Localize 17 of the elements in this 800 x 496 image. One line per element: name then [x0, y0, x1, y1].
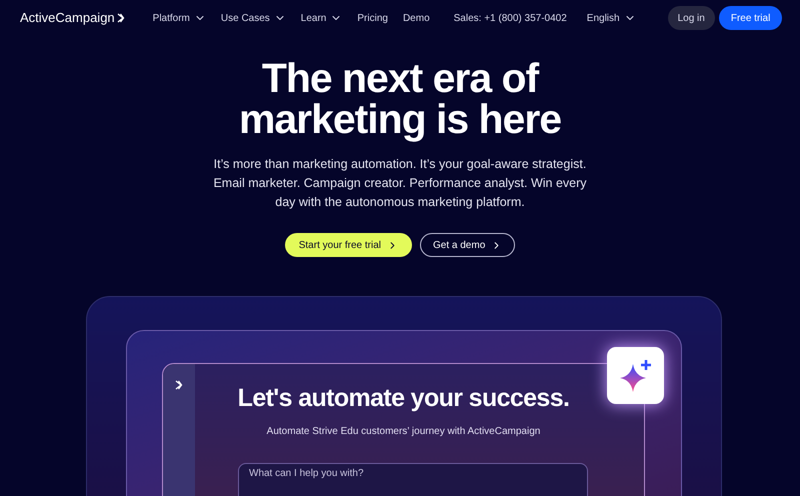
demo-button[interactable]: Get a demo [420, 233, 516, 257]
nav-link[interactable]: Learn [300, 10, 342, 26]
nav-link[interactable]: Pricing [357, 10, 388, 26]
free-trial-button[interactable]: Free trial [718, 6, 782, 30]
start-trial-button[interactable]: Start your free trial [284, 233, 412, 257]
login-button[interactable]: Log in [668, 6, 715, 30]
nav-link[interactable]: Demo [402, 10, 430, 26]
hero-subtitle: It’s more than marketing automation. It’s your goal-aware strategist. Email marketer. Campaign creator. Performance analyst. Win every day with the autonomous marketing platform. [212, 156, 588, 211]
language-selector[interactable]: English [586, 10, 636, 26]
sales-phone[interactable]: Sales: +1 (800) 357-0402 [454, 10, 567, 26]
logo[interactable]: ActiveCampaign [20, 8, 125, 28]
panel-subheading: Automate Strive Edu customers’ journey with ActiveCampaign [266, 424, 540, 438]
nav-link[interactable]: Platform [152, 10, 206, 26]
prompt-field[interactable]: What can I help you with? [238, 462, 588, 496]
panel-heading: Let's automate your success. [238, 383, 570, 414]
hero-title: The next era of marketing is here [238, 58, 562, 140]
nav-link[interactable]: Use Cases [220, 10, 286, 26]
